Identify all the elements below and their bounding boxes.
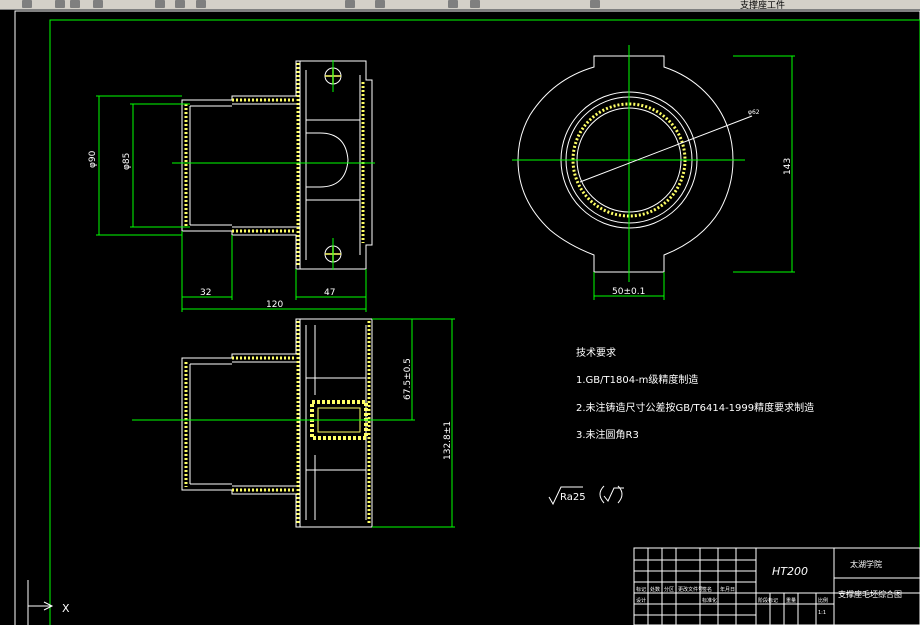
tb-change: 更改文件号 [678, 586, 703, 593]
section-hatch-top [184, 63, 365, 267]
copy-icon[interactable] [175, 0, 185, 8]
drawing-name: 支撑座毛坯综合图 [838, 589, 902, 599]
paste-icon[interactable] [196, 0, 206, 8]
dim-132: 132.8±1 [443, 421, 453, 460]
tb-zone: 分区 [664, 586, 674, 593]
tech-item-1: 1.GB/T1804-m级精度制造 [576, 373, 698, 386]
roughness-label: Ra25 [560, 492, 586, 503]
save-icon[interactable] [70, 0, 80, 8]
tech-item-3: 3.未注圆角R3 [576, 428, 639, 441]
dim-120: 120 [266, 300, 283, 310]
open-icon[interactable] [55, 0, 65, 8]
tb-date: 年月日 [720, 586, 735, 593]
front-view [517, 55, 734, 273]
frame-border [49, 19, 920, 625]
tb-mark: 标记 [636, 586, 646, 593]
dim-143: 143 [783, 158, 793, 175]
properties-icon[interactable] [470, 0, 480, 8]
bolt-holes-top [324, 67, 342, 263]
tech-heading: 技术要求 [576, 346, 616, 359]
tb-sign: 签名 [702, 586, 712, 593]
tb-scale: 比例 [818, 597, 828, 604]
ucs-icon [27, 580, 54, 625]
tb-standard: 标准化 [702, 597, 717, 604]
dim-47: 47 [324, 288, 335, 298]
dim-d62: φ62 [748, 109, 760, 116]
cut-icon[interactable] [155, 0, 165, 8]
tb-design: 设计 [636, 597, 646, 604]
tech-item-2: 2.未注铸造尺寸公差按GB/T6414-1999精度要求制造 [576, 401, 814, 414]
tb-weight: 重量 [786, 597, 796, 604]
material-label: HT200 [772, 565, 808, 578]
help-icon[interactable] [590, 0, 600, 8]
drawing-canvas[interactable]: φ90 φ85 32 47 120 φ62 143 50±0.1 67.5±0.… [0, 9, 920, 625]
leader-d62 [579, 115, 753, 183]
new-icon[interactable] [22, 0, 32, 8]
dim-32: 32 [200, 288, 211, 298]
redo-icon[interactable] [375, 0, 385, 8]
dim-67: 67.5±0.5 [403, 358, 413, 400]
tb-count: 处数 [650, 586, 660, 593]
school-label: 太湖学院 [850, 559, 882, 569]
undo-icon[interactable] [345, 0, 355, 8]
dim-50: 50±0.1 [612, 287, 645, 297]
section-view-top [181, 60, 373, 270]
print-icon[interactable] [93, 0, 103, 8]
ucs-x-label: X [62, 602, 70, 615]
zoom-icon[interactable] [448, 0, 458, 8]
tb-scale-value: 1:1 [818, 610, 826, 616]
tb-stage: 阶段标记 [758, 597, 778, 604]
dim-d85: φ85 [122, 153, 132, 170]
bolt-hole-marks [325, 68, 341, 262]
dimensions-top [96, 95, 367, 312]
dim-d90: φ90 [88, 150, 98, 168]
sheet-border [14, 10, 920, 625]
